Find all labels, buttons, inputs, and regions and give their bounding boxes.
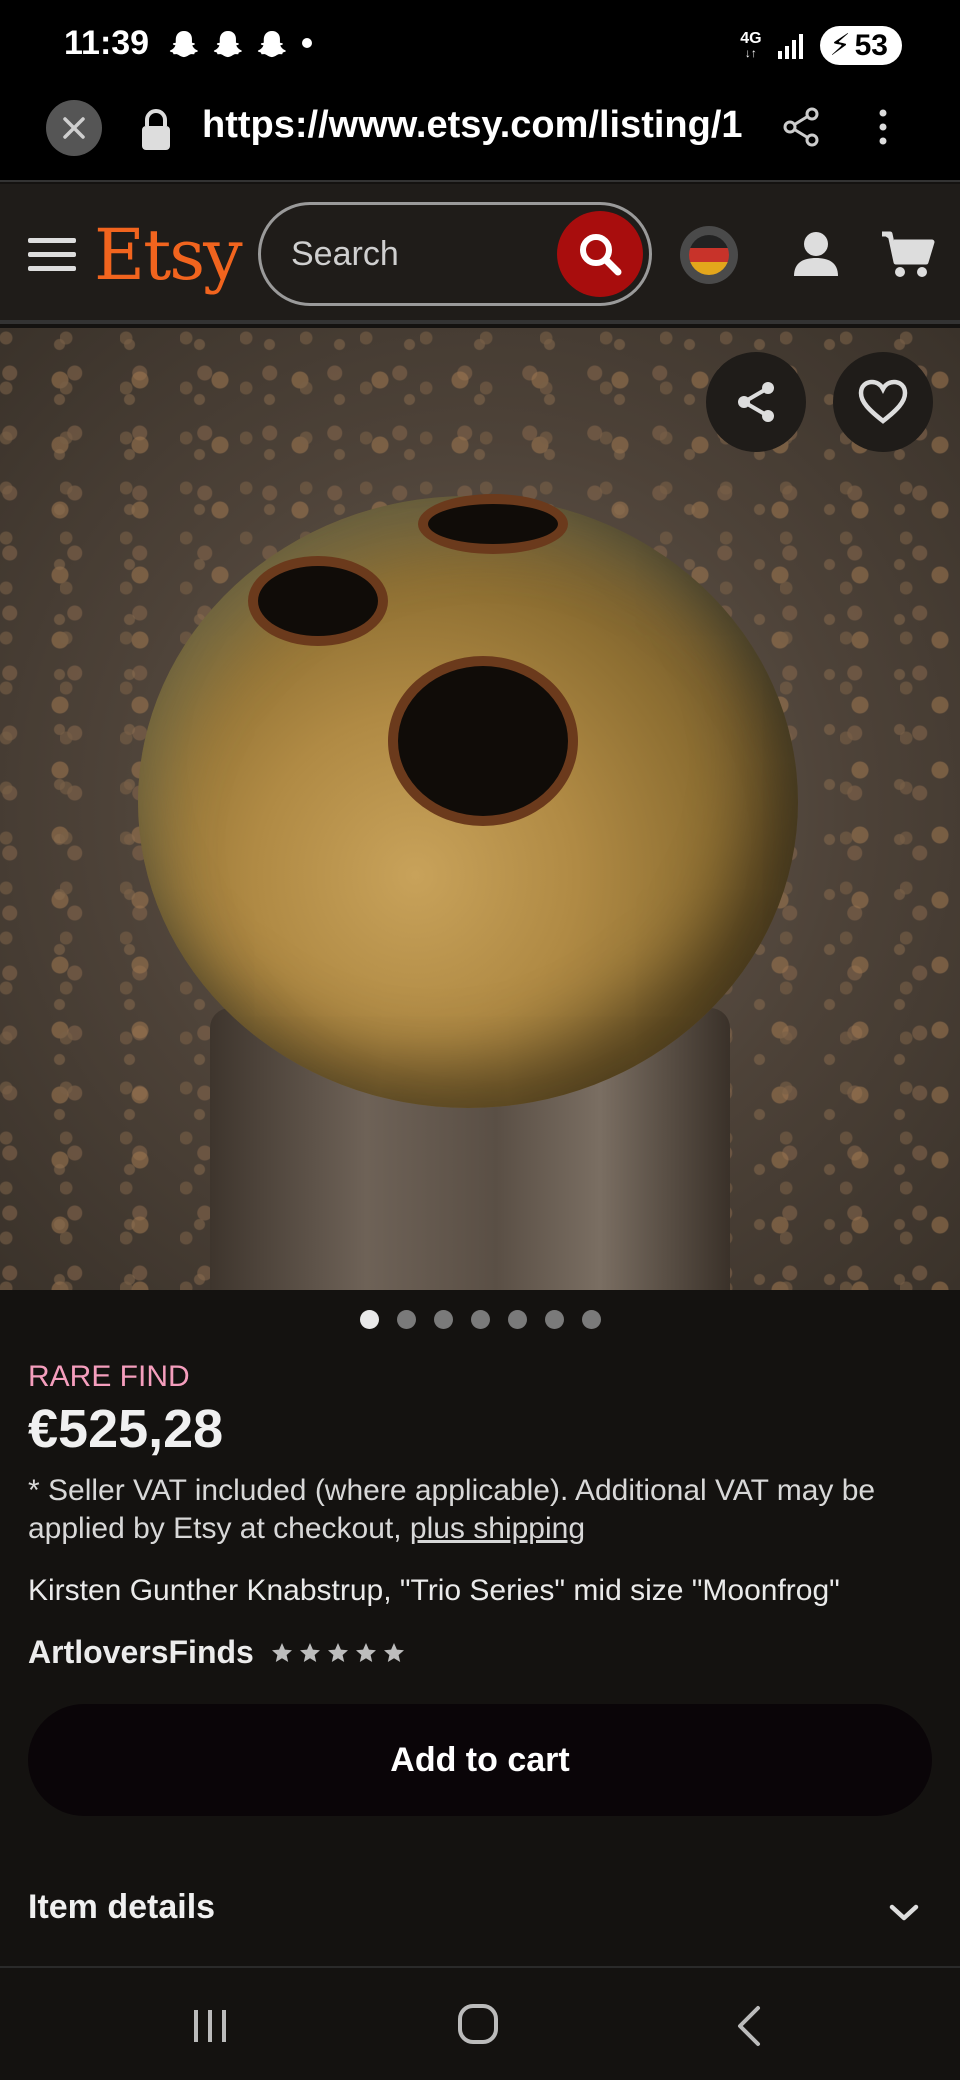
listing-image[interactable]	[0, 328, 960, 1290]
share-icon	[738, 382, 774, 422]
vase-opening	[248, 556, 388, 646]
region-button[interactable]	[680, 226, 738, 284]
carousel-dot[interactable]	[507, 1310, 527, 1329]
snapchat-icon	[169, 31, 198, 58]
shop-rating	[270, 1641, 406, 1665]
browser-menu-button[interactable]	[868, 106, 898, 153]
carousel-dot[interactable]	[396, 1310, 416, 1329]
carousel-dot[interactable]	[581, 1310, 601, 1329]
vase-opening	[388, 656, 578, 826]
search-icon	[580, 234, 622, 276]
etsy-logo[interactable]: Etsy	[94, 214, 243, 296]
account-button[interactable]	[790, 228, 842, 285]
star-icon	[299, 1642, 320, 1662]
signal-icon	[777, 33, 803, 59]
home-button[interactable]	[456, 2002, 500, 2051]
carousel-dot[interactable]	[359, 1310, 379, 1329]
image-vase	[138, 494, 798, 1108]
listing-title: Kirsten Gunther Knabstrup, "Trio Series"…	[28, 1574, 840, 1607]
item-details-toggle[interactable]: Item details	[28, 1888, 215, 1927]
search-button[interactable]	[557, 211, 643, 297]
browser-share-button[interactable]	[780, 106, 822, 153]
battery-level: 53	[854, 28, 888, 62]
more-vertical-icon	[879, 109, 887, 145]
star-icon	[327, 1642, 348, 1662]
battery-bolt-icon: ⚡	[829, 29, 851, 62]
shipping-link[interactable]: plus shipping	[410, 1512, 585, 1545]
search-placeholder: Search	[291, 235, 399, 273]
rare-find-badge: RARE FIND	[28, 1360, 190, 1393]
favorite-button[interactable]	[833, 352, 933, 452]
url-bar[interactable]: https://www.etsy.com/listing/1	[202, 104, 747, 147]
carousel-dot[interactable]	[544, 1310, 564, 1329]
cart-icon	[882, 231, 935, 277]
status-bar: 11:39 4G ↓↑ ⚡ 53	[0, 0, 960, 92]
snapchat-icon	[213, 31, 242, 58]
heart-icon	[858, 379, 908, 424]
star-icon	[355, 1642, 376, 1662]
cart-button[interactable]	[880, 228, 936, 285]
vase-opening	[418, 494, 568, 554]
site-header: Etsy Search	[0, 184, 960, 324]
back-button[interactable]	[732, 2004, 766, 2053]
menu-button[interactable]	[28, 236, 78, 279]
share-icon	[783, 107, 819, 147]
status-time: 11:39	[64, 24, 150, 62]
shop-info: ArtloversFinds	[28, 1634, 406, 1671]
close-icon	[63, 117, 85, 139]
lock-icon	[138, 108, 174, 157]
notification-dot	[302, 38, 312, 48]
chevron-down-icon[interactable]	[888, 1902, 920, 1929]
star-icon	[271, 1642, 292, 1662]
shop-name-link[interactable]: ArtloversFinds	[28, 1634, 254, 1671]
hamburger-icon	[28, 238, 76, 271]
network-type: 4G ↓↑	[740, 29, 762, 60]
price: €525,28	[28, 1399, 224, 1459]
add-to-cart-button[interactable]: Add to cart	[28, 1704, 932, 1816]
user-icon	[794, 232, 838, 276]
notification-icons	[166, 28, 290, 64]
home-icon	[458, 2004, 498, 2044]
germany-flag-icon	[689, 235, 729, 275]
carousel-dot[interactable]	[470, 1310, 490, 1329]
back-icon	[738, 2006, 760, 2046]
status-indicators: 4G ↓↑ ⚡ 53	[740, 26, 902, 65]
recents-icon	[194, 2010, 226, 2042]
browser-toolbar: https://www.etsy.com/listing/1	[0, 92, 960, 182]
search-input[interactable]: Search	[258, 202, 652, 306]
image-carousel-indicator	[0, 1310, 960, 1329]
battery-indicator: ⚡ 53	[819, 26, 902, 65]
vat-note: * Seller VAT included (where applicable)…	[28, 1472, 928, 1548]
share-listing-button[interactable]	[706, 352, 806, 452]
recent-apps-button[interactable]	[190, 2006, 230, 2051]
system-navigation-bar	[0, 1966, 960, 2080]
close-tab-button[interactable]	[46, 100, 102, 156]
star-icon	[383, 1642, 404, 1662]
snapchat-icon	[257, 31, 286, 58]
carousel-dot[interactable]	[433, 1310, 453, 1329]
